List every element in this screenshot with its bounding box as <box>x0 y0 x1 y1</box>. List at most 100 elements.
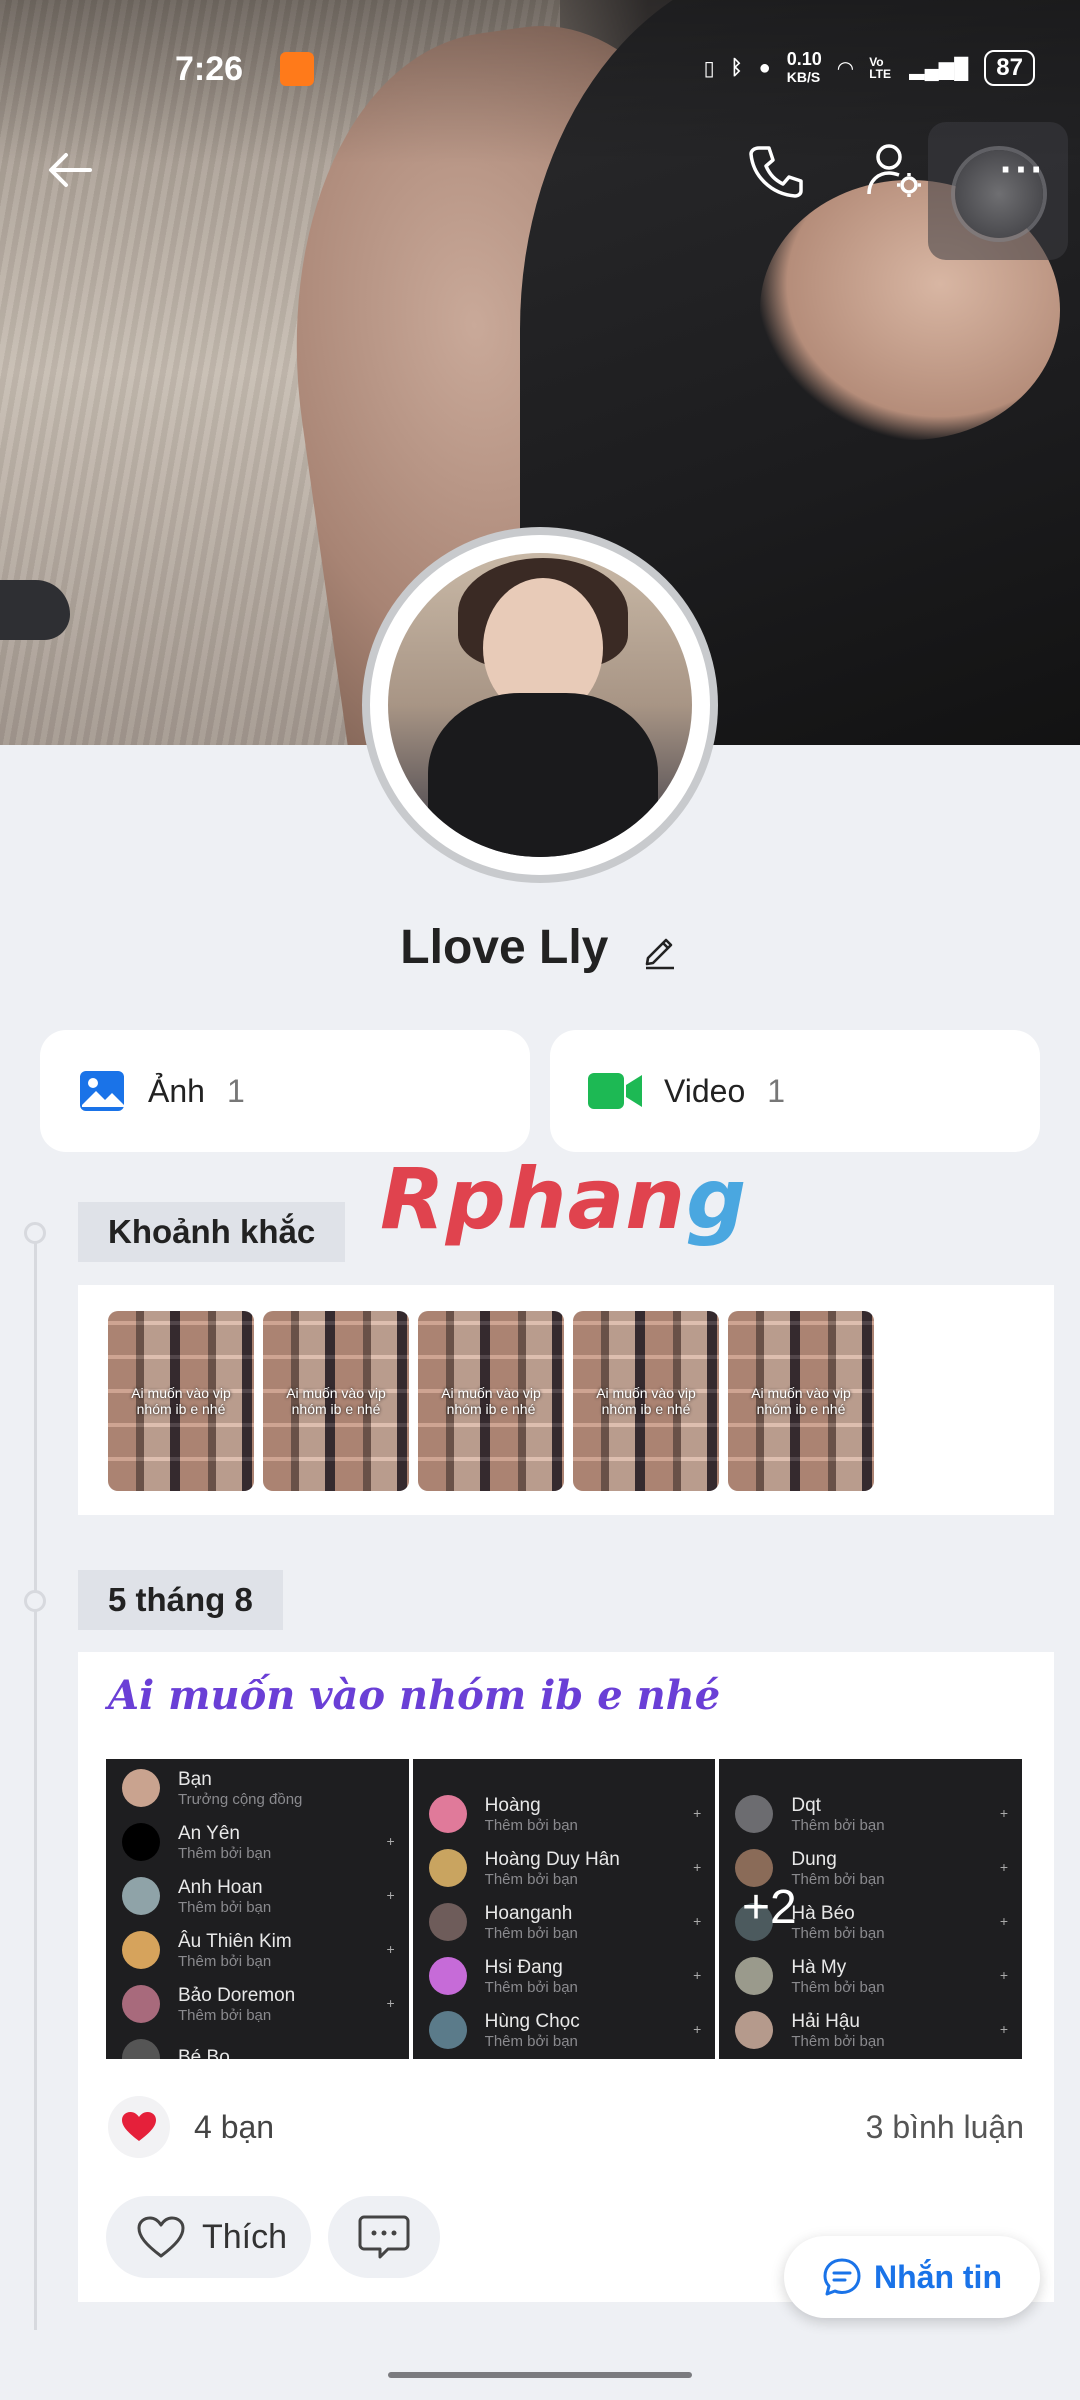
photo-icon <box>80 1071 124 1111</box>
avatar <box>122 1769 160 1807</box>
heart-outline-icon <box>137 2216 185 2258</box>
reactions-count: 4 bạn <box>194 2108 275 2145</box>
moment-thumbnail[interactable]: Ai muốn vào vip nhóm ib e nhé <box>728 1311 874 1491</box>
avatar <box>122 1985 160 2023</box>
avatar <box>122 1931 160 1969</box>
vibrate-icon: ▯ <box>703 57 715 80</box>
list-item-partial <box>413 1761 716 1787</box>
add-friend-icon: + <box>386 1941 395 1957</box>
avatar <box>122 1877 160 1915</box>
list-item: Anh Hoan Thêm bởi bạn + <box>106 1869 409 1923</box>
post-image[interactable]: Hoàng Thêm bởi bạn + Hoàng Duy Hân Thêm bởi… <box>412 1759 716 2059</box>
list-item: Bảo Doremon Thêm bởi bạn + <box>106 1977 409 2031</box>
profile-name: Llove Lly <box>400 921 609 974</box>
list-item: Dqt Thêm bởi bạn + <box>719 1787 1022 1841</box>
timeline-line <box>34 1230 37 2330</box>
avatar <box>428 1795 467 1833</box>
more-images-count[interactable]: +2 <box>742 1880 797 1935</box>
list-item: An Yên Thêm bởi bạn + <box>106 1815 409 1869</box>
phone-call-icon[interactable] <box>745 140 805 200</box>
avatar <box>428 2011 467 2049</box>
photos-album-button[interactable]: Ảnh 1 <box>40 1030 530 1152</box>
send-message-button[interactable]: Nhắn tin <box>784 2236 1040 2318</box>
moment-thumbnail[interactable]: Ai muốn vào vip nhóm ib e nhé <box>573 1311 719 1491</box>
status-icons: ▯ ᛒ ● 0.10 KB/S ◠ Vo LTE ▂▄▆█ 87 <box>704 50 1035 86</box>
avatar-body <box>428 693 658 857</box>
add-friend-icon: + <box>999 2021 1009 2037</box>
signal-icon: ▂▄▆█ <box>909 57 969 80</box>
videos-count: 1 <box>767 1072 786 1109</box>
more-dots-icon[interactable]: ··· <box>1000 150 1046 190</box>
list-item: Hoàng Duy Hân Thêm bởi bạn + <box>413 1841 716 1895</box>
post-images[interactable]: Bạn Trưởng cộng đồng An Yên Thêm bởi bạn + … <box>106 1759 1023 2059</box>
post-card[interactable]: Ai muốn vào nhóm ib e nhé Bạn Trưởng cộng… <box>78 1652 1054 2302</box>
moment-thumbnail[interactable]: Ai muốn vào vip nhóm ib e nhé <box>418 1311 564 1491</box>
home-indicator[interactable] <box>388 2372 692 2378</box>
add-friend-icon: + <box>999 1805 1009 1821</box>
list-item: Hoanganh Thêm bởi bạn + <box>413 1895 716 1949</box>
net-speed: 0.10 KB/S <box>786 49 822 85</box>
list-item: Âu Thiên Kim Thêm bởi bạn + <box>106 1923 409 1977</box>
location-icon: ● <box>758 56 771 79</box>
app-notification-icon <box>280 52 314 86</box>
status-bar: 7:26 ▯ ᛒ ● 0.10 KB/S ◠ Vo LTE ▂▄▆█ 87 <box>0 0 1080 110</box>
send-message-label: Nhắn tin <box>874 2258 1002 2295</box>
edit-pencil-icon[interactable] <box>640 930 680 970</box>
add-friend-icon: + <box>999 1859 1009 1875</box>
avatar <box>428 1849 467 1887</box>
avatar <box>122 1823 160 1861</box>
add-friend-icon: + <box>693 2021 702 2037</box>
list-item: Hà My Thêm bởi bạn + <box>719 1949 1022 2003</box>
moment-thumbnail[interactable]: Ai muốn vào vip nhóm ib e nhé <box>263 1311 409 1491</box>
avatar <box>428 1903 467 1941</box>
post-date-tag: 5 tháng 8 <box>78 1570 283 1630</box>
add-friend-icon: + <box>386 1833 395 1849</box>
add-friend-icon: + <box>999 1967 1009 1983</box>
heart-reaction-icon <box>108 2096 170 2158</box>
videos-album-button[interactable]: Video 1 <box>550 1030 1040 1152</box>
profile-name-row: Llove Lly <box>0 920 1080 975</box>
add-friend-icon: + <box>386 1887 395 1903</box>
volte-label: Vo LTE <box>869 55 891 81</box>
avatar <box>122 2039 160 2059</box>
status-time: 7:26 <box>175 50 244 88</box>
back-arrow-icon[interactable] <box>40 140 100 200</box>
add-friend-icon: + <box>693 1967 702 1983</box>
comments-count[interactable]: 3 bình luận <box>866 2109 1024 2146</box>
like-label: Thích <box>202 2217 288 2256</box>
add-friend-icon: + <box>693 1805 702 1821</box>
timeline-dot <box>24 1222 46 1244</box>
moment-thumbnail[interactable]: Ai muốn vào vip nhóm ib e nhé <box>108 1311 254 1491</box>
avatar <box>735 1795 774 1833</box>
moments-card: Ai muốn vào vip nhóm ib e nhé Ai muốn và… <box>78 1285 1054 1515</box>
profile-settings-icon[interactable] <box>865 140 925 200</box>
avatar <box>735 2011 774 2049</box>
photos-count: 1 <box>226 1072 245 1109</box>
add-friend-icon: + <box>693 1913 702 1929</box>
list-item: Hoàng Thêm bởi bạn + <box>413 1787 716 1841</box>
comment-bubble-icon <box>358 2215 410 2259</box>
add-friend-icon: + <box>999 1913 1009 1929</box>
videos-label: Video <box>664 1072 746 1109</box>
like-button[interactable]: Thích <box>106 2196 311 2278</box>
post-title: Ai muốn vào nhóm ib e nhé <box>108 1672 721 1719</box>
battery-indicator: 87 <box>984 50 1035 86</box>
photos-label: Ảnh <box>148 1072 205 1109</box>
chat-icon <box>823 2258 861 2296</box>
avatar[interactable] <box>370 535 710 875</box>
list-item-partial <box>719 1761 1022 1787</box>
moments-tag: Khoảnh khắc <box>78 1202 346 1262</box>
comment-button[interactable] <box>328 2196 440 2278</box>
post-image[interactable]: Bạn Trưởng cộng đồng An Yên Thêm bởi bạn + … <box>106 1759 409 2059</box>
list-item: Bạn Trưởng cộng đồng <box>106 1761 409 1815</box>
reactions-summary[interactable]: 4 bạn <box>108 2092 274 2162</box>
list-item: Hùng Chọc Thêm bởi bạn + <box>413 2003 716 2057</box>
avatar-image <box>388 553 692 857</box>
list-item: Hsi Đang Thêm bởi bạn + <box>413 1949 716 2003</box>
add-friend-icon: + <box>386 1995 395 2011</box>
wifi-icon: ◠ <box>837 57 854 80</box>
list-item: Hải Hậu Thêm bởi bạn + <box>719 2003 1022 2057</box>
bluetooth-icon: ᛒ <box>730 56 743 79</box>
video-camera-icon <box>588 1073 642 1109</box>
timeline-dot <box>24 1590 46 1612</box>
